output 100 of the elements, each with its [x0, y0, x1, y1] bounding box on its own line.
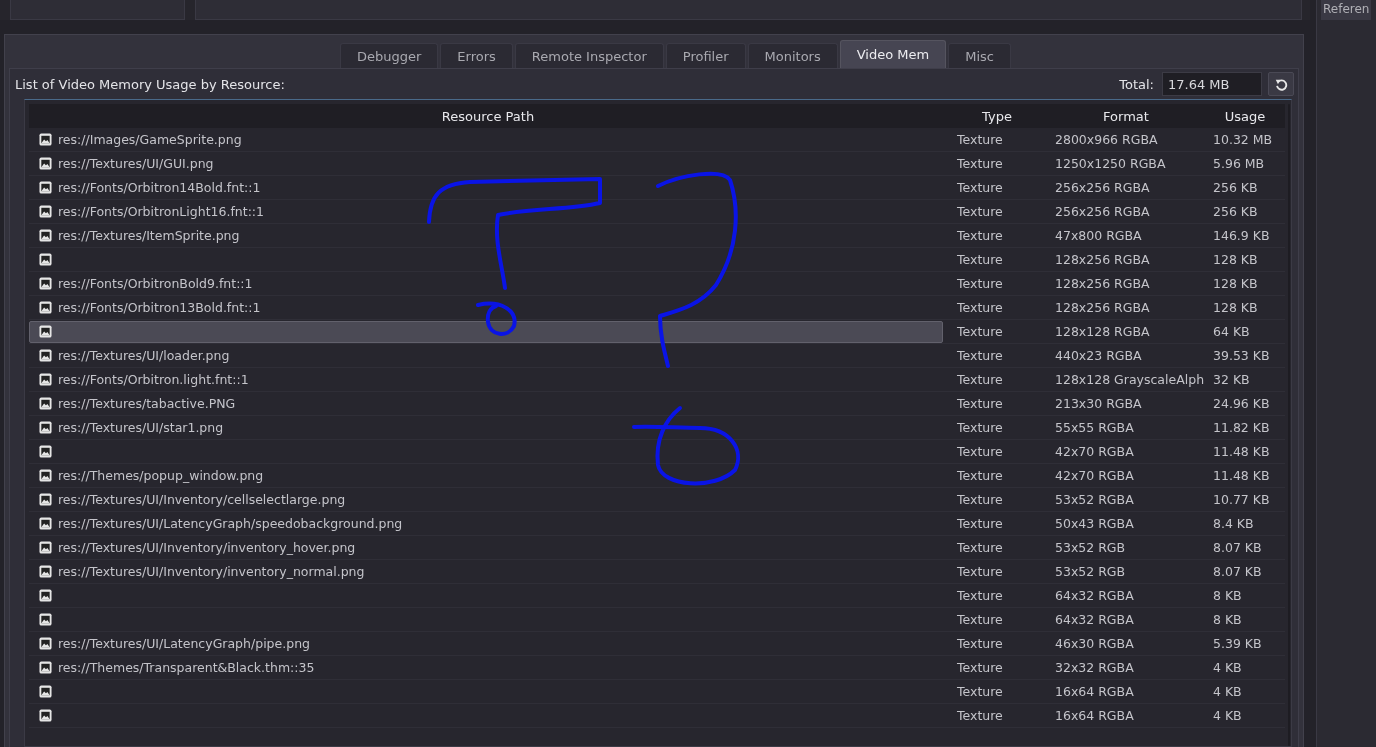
- table-cell[interactable]: res://Textures/UI/LatencyGraph/pipe.png: [29, 633, 947, 654]
- table-cell[interactable]: res://Fonts/Orbitron14Bold.fnt::1: [29, 177, 947, 198]
- column-header[interactable]: Usage: [1205, 108, 1285, 124]
- refresh-button[interactable]: [1268, 72, 1294, 96]
- tab[interactable]: Errors: [440, 43, 513, 68]
- image-icon: [39, 205, 52, 218]
- table-cell-text: 128x256 RGBA: [1054, 276, 1151, 291]
- image-icon: [39, 685, 52, 698]
- table-cell-text: 8.07 KB: [1212, 564, 1263, 579]
- image-icon: [39, 613, 52, 626]
- resource-path: res://Textures/UI/LatencyGraph/pipe.png: [58, 636, 310, 651]
- column-header[interactable]: Resource Path: [29, 108, 947, 124]
- tab[interactable]: Debugger: [340, 43, 439, 68]
- total-label: Total:: [1119, 76, 1154, 92]
- resource-path: res://Images/GameSprite.png: [58, 132, 242, 147]
- table-cell-text: 440x23 RGBA: [1054, 348, 1143, 363]
- selected-row-cell[interactable]: [29, 320, 943, 343]
- table-cell-text: 128x256 RGBA: [1054, 252, 1151, 267]
- table-cell-text: 11.82 KB: [1212, 420, 1271, 435]
- resource-path: res://Textures/UI/Inventory/inventory_hover.png: [58, 540, 356, 555]
- side-tab[interactable]: Referen: [1321, 0, 1372, 20]
- table-cell-text: 10.32 MB: [1212, 132, 1274, 147]
- table-cell-text: Texture: [956, 708, 1004, 723]
- tab[interactable]: Misc: [948, 43, 1011, 68]
- table-cell[interactable]: res://Themes/popup_window.png: [29, 465, 947, 486]
- table-cell-text: 16x64 RGBA: [1054, 708, 1135, 723]
- table-cell[interactable]: res://Fonts/Orbitron.light.fnt::1: [29, 369, 947, 390]
- image-icon: [39, 157, 52, 170]
- image-icon: [39, 349, 52, 362]
- image-icon: [39, 277, 52, 290]
- table-cell-text: 10.77 KB: [1212, 492, 1271, 507]
- table-cell-text: Texture: [956, 372, 1004, 387]
- table-cell[interactable]: res://Fonts/OrbitronBold9.fnt::1: [29, 273, 947, 294]
- table-cell[interactable]: res://Textures/ItemSprite.png: [29, 225, 947, 246]
- table-cell-text: Texture: [956, 684, 1004, 699]
- resource-path: res://Fonts/Orbitron14Bold.fnt::1: [58, 180, 261, 195]
- table-cell[interactable]: res://Textures/UI/Inventory/inventory_hover.png: [29, 537, 947, 558]
- table-cell-text: 47x800 RGBA: [1054, 228, 1143, 243]
- table-cell-text: Texture: [956, 564, 1004, 579]
- table-cell-text: 5.39 KB: [1212, 636, 1263, 651]
- column-header[interactable]: Format: [1047, 108, 1205, 124]
- table-cell[interactable]: res://Textures/UI/star1.png: [29, 417, 947, 438]
- table-cell-text: Texture: [956, 252, 1004, 267]
- table-cell[interactable]: res://Textures/tabactive.PNG: [29, 393, 947, 414]
- table-cell-text: 256x256 RGBA: [1054, 204, 1151, 219]
- column-header[interactable]: Type: [947, 108, 1047, 124]
- table-cell-text: 42x70 RGBA: [1054, 468, 1135, 483]
- resource-path: res://Textures/tabactive.PNG: [58, 396, 236, 411]
- table-cell[interactable]: res://Textures/UI/GUI.png: [29, 153, 947, 174]
- resource-path: res://Textures/ItemSprite.png: [58, 228, 240, 243]
- image-icon: [39, 709, 52, 722]
- table-cell-text: 256 KB: [1212, 180, 1259, 195]
- table-cell[interactable]: res://Textures/UI/Inventory/cellselectlarge.png: [29, 489, 947, 510]
- table-cell-text: 11.48 KB: [1212, 468, 1271, 483]
- table-cell-text: 5.96 MB: [1212, 156, 1266, 171]
- table-cell-text: 55x55 RGBA: [1054, 420, 1135, 435]
- tab[interactable]: Remote Inspector: [514, 43, 664, 68]
- table-cell-text: 8.07 KB: [1212, 540, 1263, 555]
- resource-path: res://Fonts/Orbitron.light.fnt::1: [58, 372, 249, 387]
- resource-path: res://Textures/UI/Inventory/cellselectlarge.png: [58, 492, 346, 507]
- table-cell-text: 50x43 RGBA: [1054, 516, 1135, 531]
- table-cell-text: 128x256 RGBA: [1054, 300, 1151, 315]
- tab[interactable]: Monitors: [747, 43, 838, 68]
- image-icon: [39, 661, 52, 674]
- table-cell-text: Texture: [956, 492, 1004, 507]
- table-cell-text: Texture: [956, 132, 1004, 147]
- table-cell-text: 128 KB: [1212, 252, 1259, 267]
- table-cell-text: Texture: [956, 660, 1004, 675]
- table-cell-text: Texture: [956, 228, 1004, 243]
- table-cell[interactable]: res://Textures/UI/Inventory/inventory_normal.png: [29, 561, 947, 582]
- image-icon: [39, 397, 52, 410]
- tab[interactable]: Profiler: [665, 43, 746, 68]
- image-icon: [39, 373, 52, 386]
- table-cell[interactable]: res://Textures/UI/LatencyGraph/speedobackground.png: [29, 513, 947, 534]
- table-cell-text: 39.53 KB: [1212, 348, 1271, 363]
- table-cell-text: 256x256 RGBA: [1054, 180, 1151, 195]
- resource-path: res://Textures/UI/LatencyGraph/speedobackground.png: [58, 516, 403, 531]
- total-field[interactable]: 17.64 MB: [1162, 72, 1262, 96]
- table-cell[interactable]: res://Fonts/OrbitronLight16.fnt::1: [29, 201, 947, 222]
- image-icon: [39, 637, 52, 650]
- table-cell[interactable]: res://Images/GameSprite.png: [29, 129, 947, 150]
- table-cell[interactable]: res://Textures/UI/loader.png: [29, 345, 947, 366]
- image-icon: [39, 253, 52, 266]
- table-cell-text: 213x30 RGBA: [1054, 396, 1143, 411]
- table-cell-text: 128x128 GrayscaleAlph: [1054, 372, 1205, 387]
- table-cell-text: 24.96 KB: [1212, 396, 1271, 411]
- table-cell-text: Texture: [956, 540, 1004, 555]
- image-icon: [39, 301, 52, 314]
- table-cell-text: 64x32 RGBA: [1054, 588, 1135, 603]
- tab[interactable]: Video Mem: [839, 40, 947, 68]
- table-cell[interactable]: res://Themes/Transparent&Black.thm::35: [29, 657, 947, 678]
- table-cell-text: 128 KB: [1212, 300, 1259, 315]
- image-icon: [39, 541, 52, 554]
- table-cell[interactable]: res://Fonts/Orbitron13Bold.fnt::1: [29, 297, 947, 318]
- table-cell-text: Texture: [956, 468, 1004, 483]
- image-icon: [39, 421, 52, 434]
- table-cell-text: 2800x966 RGBA: [1054, 132, 1159, 147]
- list-heading: List of Video Memory Usage by Resource:: [15, 76, 286, 92]
- table-cell-text: 128 KB: [1212, 276, 1259, 291]
- table-cell-text: 53x52 RGB: [1054, 564, 1127, 579]
